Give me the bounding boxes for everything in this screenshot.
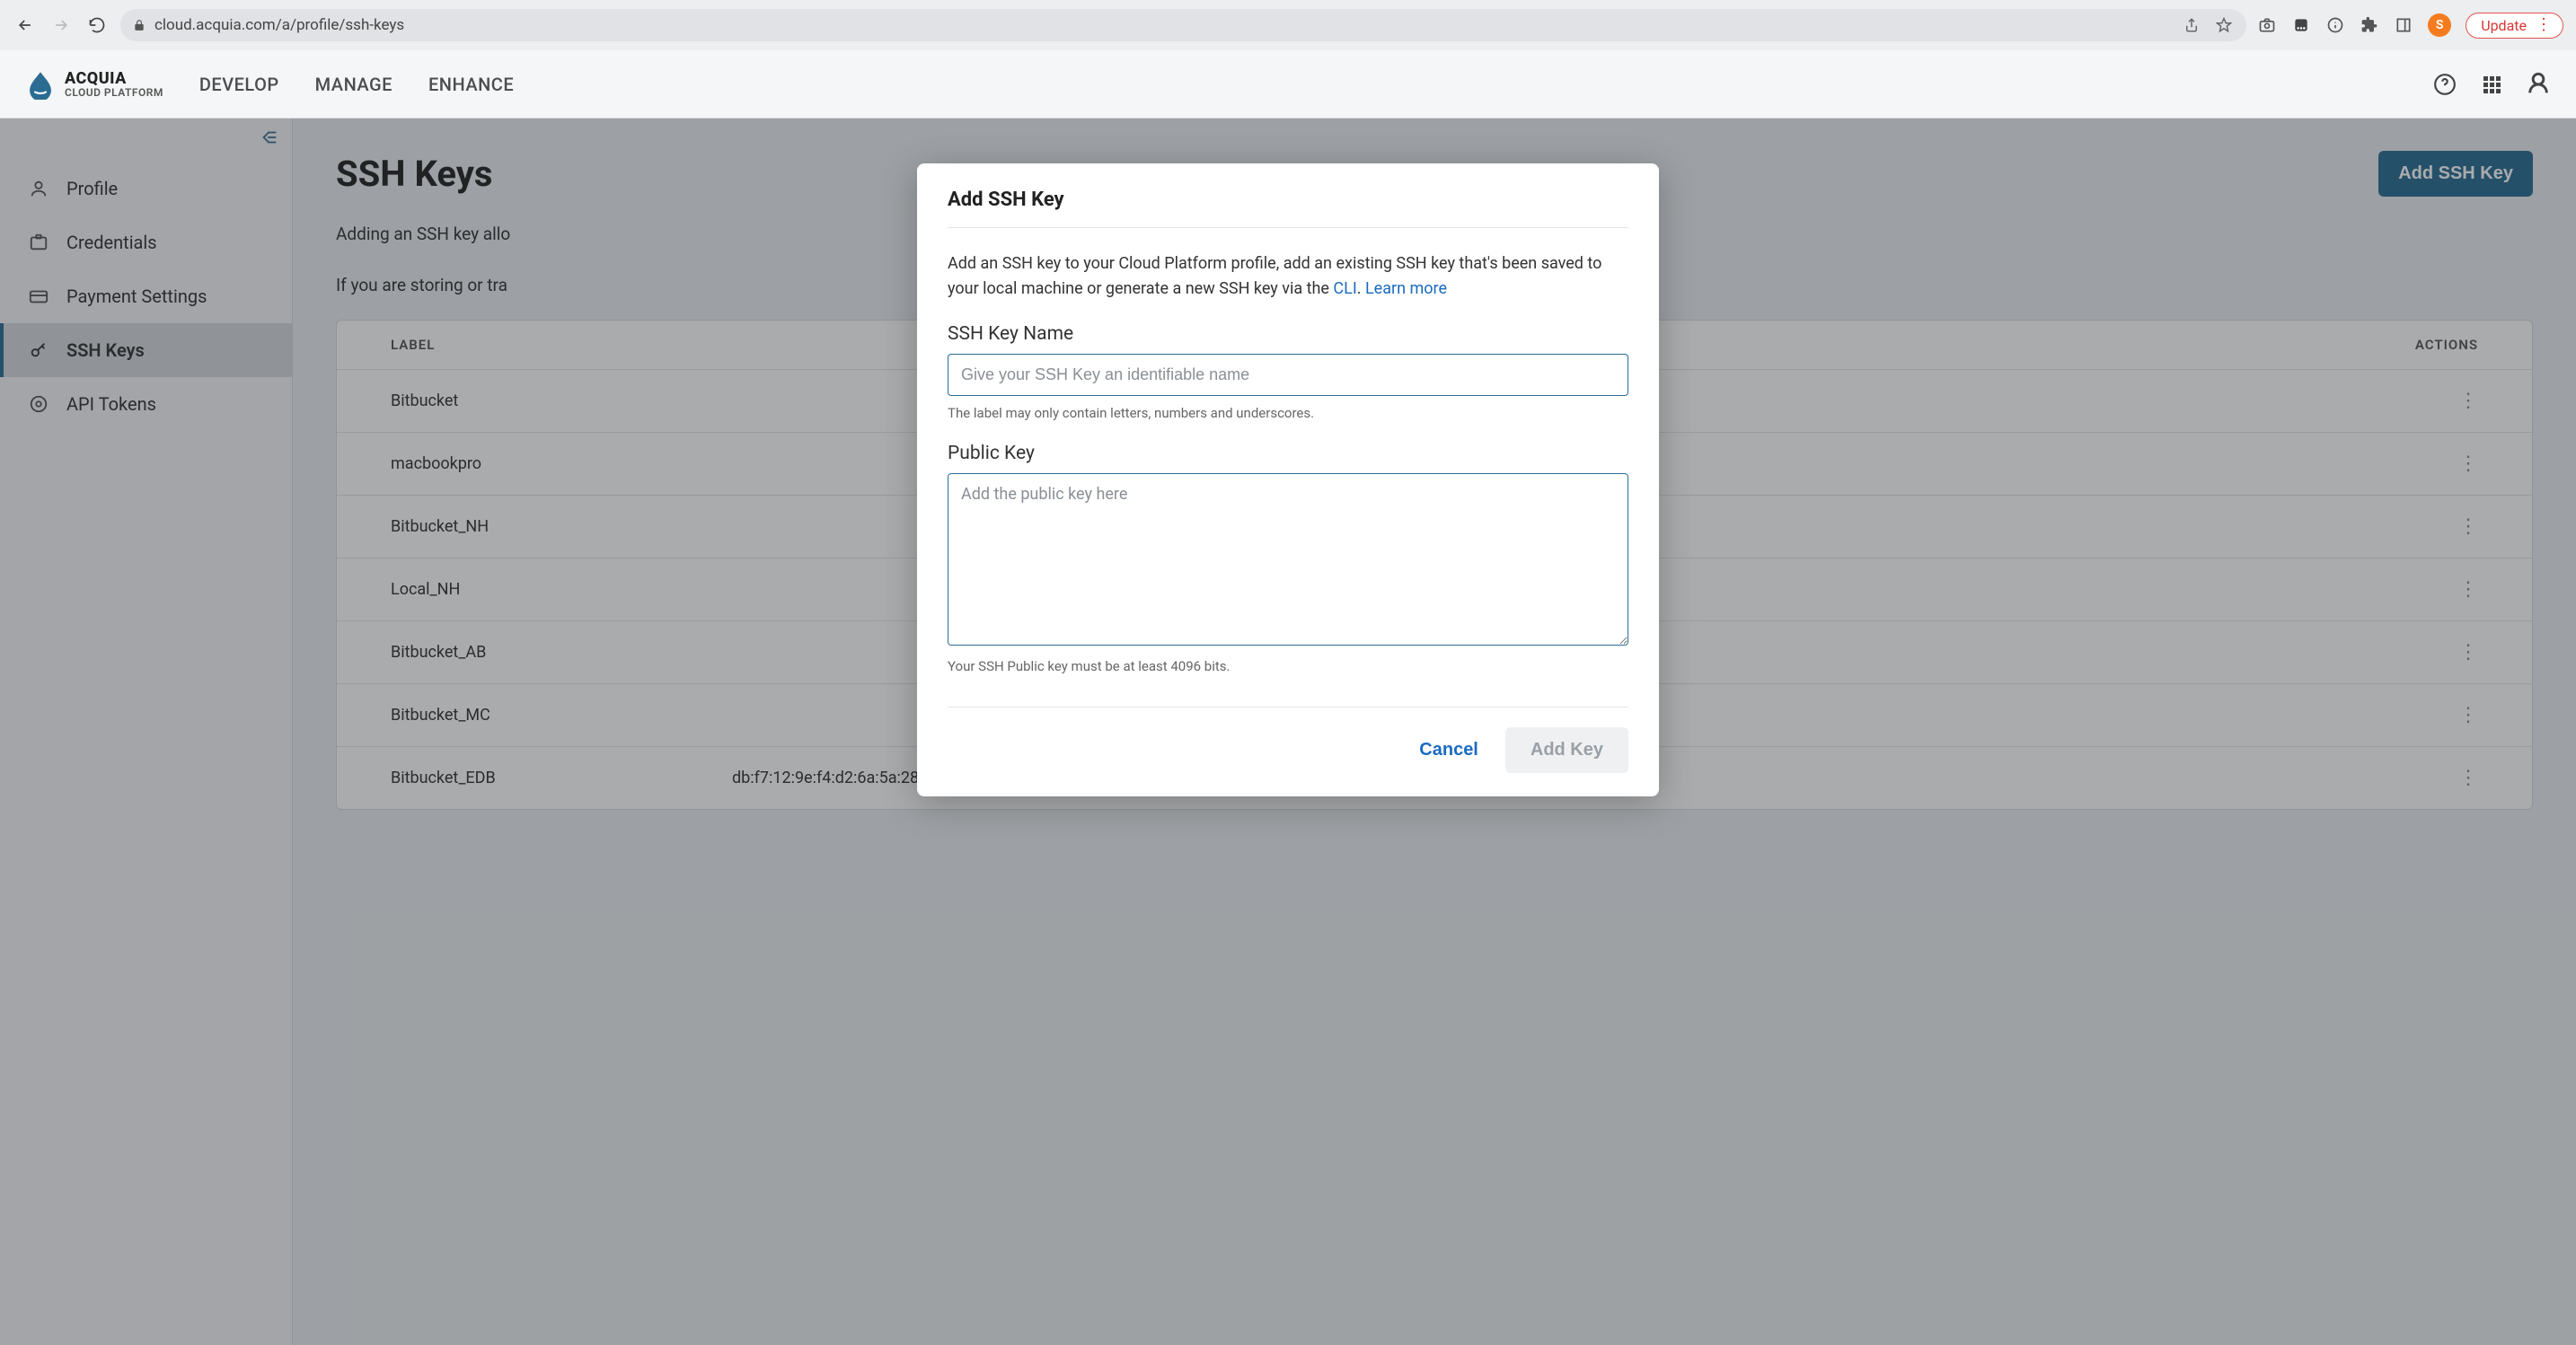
nav-develop[interactable]: DEVELOP [199, 74, 279, 95]
public-key-textarea[interactable] [948, 473, 1628, 646]
apps-grid-icon[interactable] [2479, 72, 2504, 97]
camera-icon[interactable] [2257, 15, 2277, 35]
panel-icon[interactable] [2394, 15, 2413, 35]
star-icon[interactable] [2214, 15, 2234, 35]
cli-link[interactable]: CLI [1333, 279, 1356, 298]
nav-manage[interactable]: MANAGE [315, 74, 393, 95]
extensions-puzzle-icon[interactable] [2360, 15, 2379, 35]
modal-description: Add an SSH key to your Cloud Platform pr… [948, 251, 1628, 302]
forward-button[interactable] [49, 13, 74, 38]
learn-more-link[interactable]: Learn more [1365, 279, 1447, 298]
address-bar[interactable]: cloud.acquia.com/a/profile/ssh-keys [120, 9, 2246, 41]
share-icon[interactable] [2182, 15, 2201, 35]
lock-icon [133, 19, 146, 31]
add-key-submit-button[interactable]: Add Key [1505, 727, 1628, 773]
extension-square-icon[interactable] [2291, 15, 2311, 35]
modal-overlay[interactable]: Add SSH Key Add an SSH key to your Cloud… [0, 119, 2576, 1345]
ssh-key-name-input[interactable] [948, 354, 1628, 396]
ssh-key-name-hint: The label may only contain letters, numb… [948, 405, 1628, 421]
public-key-label: Public Key [948, 443, 1628, 464]
help-icon[interactable] [2432, 72, 2457, 97]
url-text: cloud.acquia.com/a/profile/ssh-keys [154, 16, 404, 34]
add-ssh-key-modal: Add SSH Key Add an SSH key to your Cloud… [917, 163, 1659, 796]
browser-toolbar: cloud.acquia.com/a/profile/ssh-keys S [0, 0, 2576, 50]
app-header: ACQUIA CLOUD PLATFORM DEVELOP MANAGE ENH… [0, 50, 2576, 119]
account-icon[interactable] [2526, 72, 2551, 97]
reload-button[interactable] [84, 13, 110, 38]
back-button[interactable] [13, 13, 38, 38]
circle-icon[interactable] [2325, 15, 2345, 35]
nav-enhance[interactable]: ENHANCE [428, 74, 514, 95]
cancel-button[interactable]: Cancel [1419, 740, 1478, 760]
ssh-key-name-label: SSH Key Name [948, 323, 1628, 345]
update-button[interactable]: Update ⋮ [2466, 13, 2563, 39]
profile-avatar[interactable]: S [2428, 13, 2451, 37]
modal-title: Add SSH Key [948, 189, 1628, 228]
brand-logo[interactable]: ACQUIA CLOUD PLATFORM [25, 69, 163, 100]
droplet-icon [25, 69, 56, 100]
public-key-hint: Your SSH Public key must be at least 409… [948, 658, 1628, 674]
